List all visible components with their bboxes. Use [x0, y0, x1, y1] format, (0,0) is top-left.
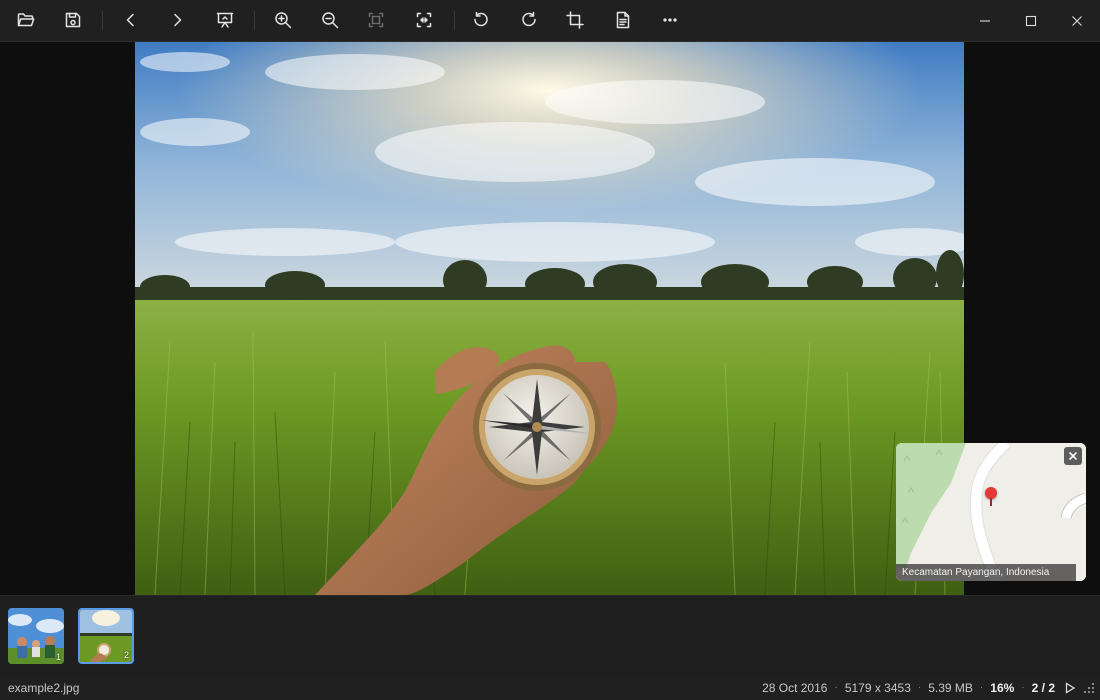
toolbar-separator — [454, 11, 455, 30]
file-info-icon[interactable] — [605, 2, 641, 38]
thumbnail-1[interactable]: 1 — [8, 608, 64, 664]
status-position: 2 / 2 — [1031, 681, 1055, 695]
zoom-in-icon[interactable] — [265, 2, 301, 38]
resize-grip-icon[interactable] — [1084, 683, 1094, 693]
status-info: 28 Oct 2016 · 5179 x 3453 · 5.39 MB · 16… — [762, 676, 1094, 700]
close-icon[interactable] — [1054, 0, 1100, 41]
next-icon[interactable] — [159, 2, 195, 38]
status-separator: · — [979, 682, 984, 693]
main-photo — [135, 42, 964, 595]
fit-to-window-icon[interactable] — [406, 2, 442, 38]
minimize-icon[interactable] — [962, 0, 1008, 41]
status-bar: example2.jpg 28 Oct 2016 · 5179 x 3453 ·… — [0, 676, 1100, 700]
status-separator: · — [834, 682, 838, 693]
save-icon[interactable] — [55, 2, 91, 38]
crop-icon[interactable] — [557, 2, 593, 38]
open-folder-icon[interactable] — [8, 2, 44, 38]
status-date: 28 Oct 2016 — [762, 681, 828, 695]
status-separator: · — [917, 682, 922, 693]
status-filename: example2.jpg — [8, 681, 80, 695]
slideshow-icon[interactable] — [207, 2, 243, 38]
zoom-out-icon[interactable] — [312, 2, 348, 38]
play-slideshow-icon[interactable] — [1064, 682, 1076, 694]
status-zoom[interactable]: 16% — [990, 676, 1014, 700]
thumbnail-2[interactable]: 2 — [78, 608, 134, 664]
thumbnail-index: 1 — [55, 652, 61, 662]
status-separator: · — [1021, 682, 1025, 693]
thumbnail-index: 2 — [123, 650, 129, 660]
previous-icon[interactable] — [113, 2, 149, 38]
map-close-icon[interactable] — [1064, 447, 1082, 465]
map-pin-stem — [990, 498, 992, 506]
toolbar — [0, 0, 1100, 42]
image-viewer[interactable]: Kecamatan Payangan, Indonesia — [0, 42, 1100, 595]
rotate-right-icon[interactable] — [511, 2, 547, 38]
actual-size-icon[interactable] — [358, 2, 394, 38]
toolbar-separator — [102, 11, 103, 30]
map-location-label: Kecamatan Payangan, Indonesia — [896, 564, 1076, 581]
status-dimensions: 5179 x 3453 — [844, 681, 911, 695]
maximize-icon[interactable] — [1008, 0, 1054, 41]
location-map[interactable]: Kecamatan Payangan, Indonesia — [896, 443, 1086, 581]
more-icon[interactable] — [652, 2, 688, 38]
rotate-left-icon[interactable] — [463, 2, 499, 38]
status-filesize: 5.39 MB — [928, 681, 973, 695]
thumbnail-strip: 1 2 — [0, 595, 1100, 676]
toolbar-separator — [254, 11, 255, 30]
